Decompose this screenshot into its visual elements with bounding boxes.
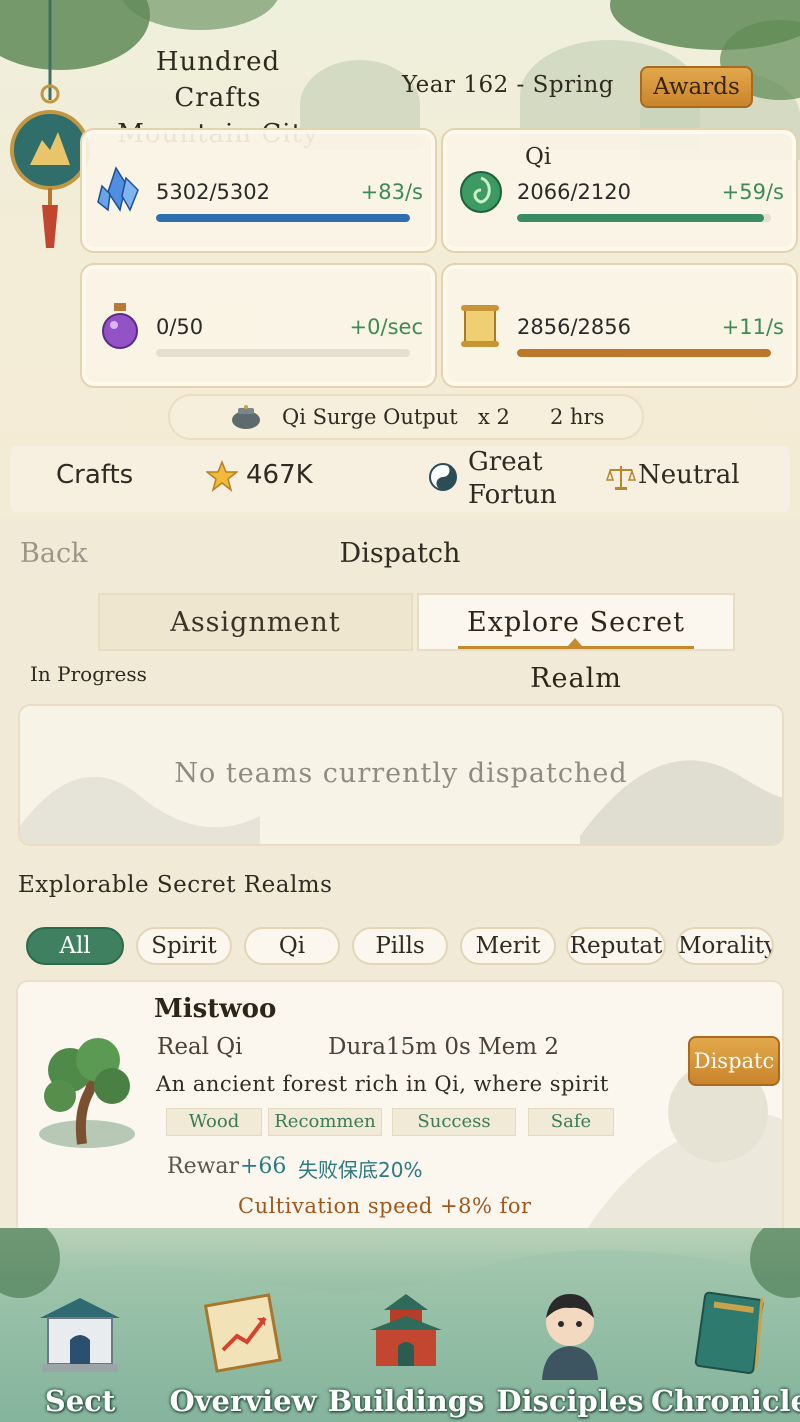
filter-all[interactable]: All xyxy=(26,927,124,965)
resource-value: 2066/2120 xyxy=(517,180,631,204)
realm-description: An ancient forest rich in Qi, where spir… xyxy=(156,1072,609,1096)
nav-label: Disciples xyxy=(496,1384,644,1418)
reward-label: Rewar xyxy=(167,1154,240,1179)
nav-overview[interactable]: Overview xyxy=(163,1276,323,1422)
nav-disciples[interactable]: Disciples xyxy=(490,1276,650,1422)
filter-spirit[interactable]: Spirit xyxy=(136,927,232,965)
filter-reputation[interactable]: Reputat xyxy=(566,927,666,965)
reward-value: +66 xyxy=(240,1154,287,1179)
filter-morality[interactable]: Morality xyxy=(676,927,774,965)
resource-progress-bar xyxy=(517,349,771,357)
spirit-crystal-icon xyxy=(97,166,139,212)
nav-chronicle[interactable]: Chronicle xyxy=(650,1276,800,1422)
filter-merit[interactable]: Merit xyxy=(460,927,556,965)
sect-emblem-pendant[interactable] xyxy=(10,0,90,260)
scroll-icon xyxy=(461,305,499,347)
resource-progress-fill xyxy=(156,214,410,222)
fortune-status: Great Fortun xyxy=(468,447,557,510)
sect-stats-row: Crafts 467K Great Fortun Neutral xyxy=(10,446,790,512)
filter-pills[interactable]: Pills xyxy=(352,927,448,965)
resource-card-merit[interactable]: 2856/2856 +11/s xyxy=(441,263,798,388)
resource-progress-fill xyxy=(517,214,765,222)
dispatch-button[interactable]: Dispatc xyxy=(688,1036,780,1086)
active-tab-underline xyxy=(458,646,694,649)
realm-tag: Recommen xyxy=(268,1108,382,1136)
nav-sect[interactable]: Sect xyxy=(0,1276,160,1422)
resource-card-spirit-stones[interactable]: 5302/5302 +83/s xyxy=(80,128,437,253)
surge-multiplier: x 2 xyxy=(478,405,510,429)
nav-label: Overview xyxy=(169,1384,317,1418)
filter-qi[interactable]: Qi xyxy=(244,927,340,965)
resource-rate: +59/s xyxy=(721,180,784,204)
realm-tag: Wood xyxy=(166,1108,262,1136)
resource-card-pills[interactable]: 0/50 +0/sec xyxy=(80,263,437,388)
balance-scale-icon xyxy=(606,466,636,490)
qi-jade-icon xyxy=(460,171,502,213)
resource-progress-bar xyxy=(517,214,771,222)
crafts-score: 467K xyxy=(246,460,313,490)
resource-progress-bar xyxy=(156,349,410,357)
cultivation-bonus: Cultivation speed +8% for xyxy=(238,1194,532,1218)
resource-value: 5302/5302 xyxy=(156,180,270,204)
page-title: Dispatch xyxy=(339,538,461,569)
crafts-label: Crafts xyxy=(56,460,134,490)
in-progress-list: No teams currently dispatched xyxy=(18,704,784,846)
resource-progress-fill xyxy=(517,349,771,357)
resource-progress-bar xyxy=(156,214,410,222)
nav-label: Sect xyxy=(44,1384,116,1418)
awards-button[interactable]: Awards xyxy=(640,66,753,108)
realm-tag: Safe xyxy=(528,1108,614,1136)
morality-status: Neutral xyxy=(638,460,740,490)
resource-value: 2856/2856 xyxy=(517,315,631,339)
resource-value: 0/50 xyxy=(156,315,204,339)
resource-rate: +83/s xyxy=(360,180,423,204)
active-tab-caret xyxy=(568,638,582,646)
realm-realm-type: Real Qi xyxy=(157,1034,243,1060)
cauldron-icon xyxy=(232,405,260,429)
realm-duration-members: Dura15m 0s Mem 2 xyxy=(328,1034,560,1060)
disciple-avatar-icon xyxy=(542,1294,598,1380)
nav-label: Buildings xyxy=(327,1384,485,1418)
sect-gate-icon xyxy=(40,1298,120,1372)
year-season: Year 162 - Spring xyxy=(402,72,614,98)
chronicle-book-icon xyxy=(694,1291,764,1375)
qi-surge-banner[interactable]: Qi Surge Output x 2 2 hrs xyxy=(168,394,644,440)
realm-name: Mistwoo xyxy=(154,994,277,1024)
in-progress-label: In Progress xyxy=(30,662,147,686)
surge-duration: 2 hrs xyxy=(550,405,605,429)
tab-assignment[interactable]: Assignment xyxy=(98,593,413,651)
reward-failure-guarantee: 失败保底20% xyxy=(298,1158,423,1182)
explorable-realms-label: Explorable Secret Realms xyxy=(18,872,333,898)
resource-rate: +0/sec xyxy=(349,315,423,339)
pill-bottle-icon xyxy=(102,303,138,349)
chart-scroll-icon xyxy=(203,1293,282,1373)
resource-rate: +11/s xyxy=(721,315,784,339)
nav-buildings[interactable]: Buildings xyxy=(326,1276,486,1422)
resource-card-qi[interactable]: Qi 2066/2120 +59/s xyxy=(441,128,798,253)
pavilion-icon xyxy=(370,1294,442,1366)
city-name-line1: Hundred Crafts xyxy=(155,47,281,113)
nav-label: Chronicle xyxy=(650,1384,800,1418)
star-icon xyxy=(206,460,238,492)
realm-tag: Success xyxy=(392,1108,516,1136)
empty-state-text: No teams currently dispatched xyxy=(174,758,628,789)
yin-yang-icon xyxy=(429,463,457,491)
surge-text: Qi Surge Output xyxy=(282,405,458,429)
dispatch-panel: Back Dispatch Assignment Explore Secret … xyxy=(0,518,800,1278)
resource-title: Qi xyxy=(525,144,552,170)
ancient-tree-icon xyxy=(39,1038,135,1148)
